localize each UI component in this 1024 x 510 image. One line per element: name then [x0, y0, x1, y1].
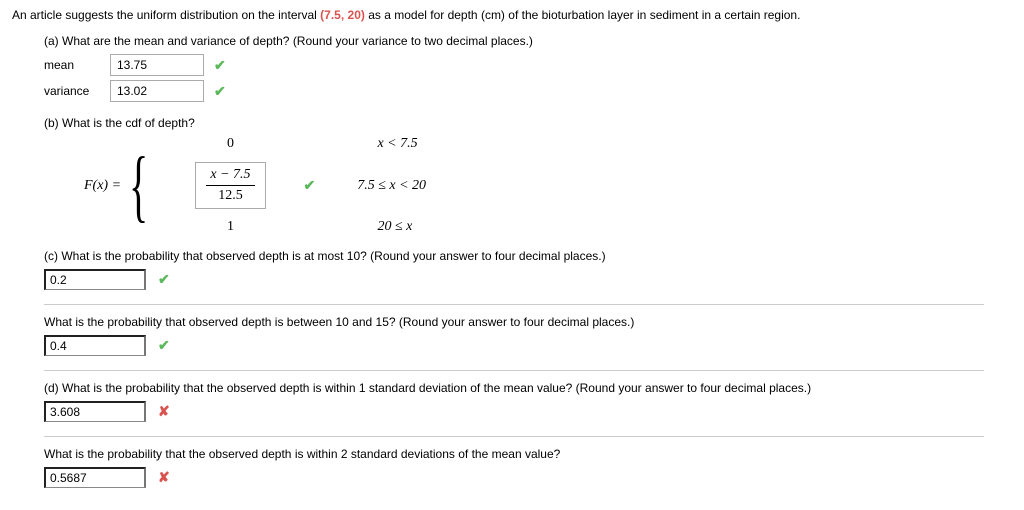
check-icon: ✔	[303, 177, 315, 194]
part-d: (d) What is the probability that the obs…	[44, 381, 1012, 422]
part-b-question: (b) What is the cdf of depth?	[44, 116, 1012, 130]
interval-comma: ,	[341, 8, 348, 22]
cdf-val-2: 1	[175, 219, 285, 235]
part-b: (b) What is the cdf of depth? F(x) = { 0…	[44, 116, 1012, 235]
cdf-val-1: x − 7.5 12.5	[175, 162, 285, 209]
check-icon: ✔	[214, 83, 226, 100]
check-icon: ✔	[158, 337, 170, 354]
cdf-row-0: 0 x < 7.5	[175, 136, 426, 152]
interval-close: 20)	[348, 8, 365, 22]
variance-input[interactable]	[110, 80, 204, 102]
divider	[44, 370, 984, 371]
cdf-fraction-input[interactable]: x − 7.5 12.5	[195, 162, 265, 209]
intro-post: as a model for depth (cm) of the bioturb…	[365, 8, 801, 22]
problem-intro: An article suggests the uniform distribu…	[12, 8, 1012, 22]
variance-row: variance ✔	[44, 80, 1012, 102]
part-d2: What is the probability that the observe…	[44, 447, 1012, 488]
cdf-cond-0: x < 7.5	[337, 136, 417, 152]
mean-input[interactable]	[110, 54, 204, 76]
intro-pre: An article suggests the uniform distribu…	[12, 8, 320, 22]
cross-icon: ✘	[158, 403, 170, 420]
interval-open: (7.5	[320, 8, 341, 22]
cdf-row-2: 1 20 ≤ x	[175, 219, 426, 235]
part-c2-input[interactable]	[44, 335, 146, 356]
check-icon: ✔	[158, 271, 170, 288]
part-c-question: (c) What is the probability that observe…	[44, 249, 1012, 263]
cross-icon: ✘	[158, 469, 170, 486]
mean-row: mean ✔	[44, 54, 1012, 76]
mean-label: mean	[44, 58, 100, 72]
part-d-question: (d) What is the probability that the obs…	[44, 381, 1012, 395]
part-a: (a) What are the mean and variance of de…	[44, 34, 1012, 102]
fx-label: F(x) =	[84, 178, 121, 194]
part-c-input[interactable]	[44, 269, 146, 290]
part-c2-question: What is the probability that observed de…	[44, 315, 1012, 329]
part-c2: What is the probability that observed de…	[44, 315, 1012, 356]
part-a-question: (a) What are the mean and variance of de…	[44, 34, 1012, 48]
cdf-cond-2: 20 ≤ x	[337, 219, 412, 235]
part-c: (c) What is the probability that observe…	[44, 249, 1012, 290]
cdf-val-0: 0	[175, 136, 285, 152]
frac-denominator: 12.5	[206, 186, 254, 204]
part-d2-question: What is the probability that the observe…	[44, 447, 1012, 461]
brace-icon: {	[129, 154, 148, 218]
part-d2-input[interactable]	[44, 467, 146, 488]
divider	[44, 436, 984, 437]
frac-numerator: x − 7.5	[206, 167, 254, 186]
cdf-cases: 0 x < 7.5 x − 7.5 12.5 ✔ 7.5 ≤ x < 20 1 …	[175, 136, 426, 235]
part-d-input[interactable]	[44, 401, 146, 422]
variance-label: variance	[44, 84, 100, 98]
cdf-row-1: x − 7.5 12.5 ✔ 7.5 ≤ x < 20	[175, 162, 426, 209]
divider	[44, 304, 984, 305]
cdf-cond-1: 7.5 ≤ x < 20	[333, 178, 426, 194]
check-icon: ✔	[214, 57, 226, 74]
